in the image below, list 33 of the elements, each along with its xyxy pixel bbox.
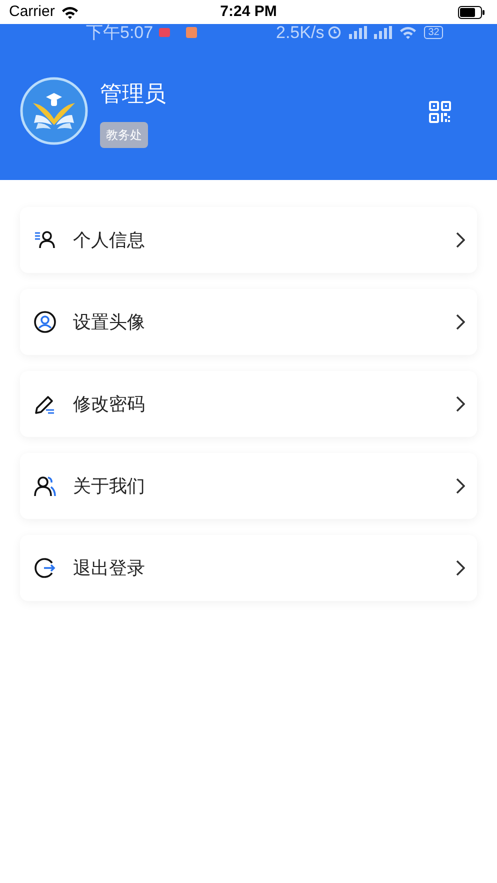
qr-code-icon[interactable] [428,100,452,124]
users-icon [33,474,57,498]
chevron-right-icon [455,560,465,576]
battery-icon [458,6,485,18]
logout-icon [33,556,57,580]
menu-label: 退出登录 [73,556,145,580]
menu-label: 个人信息 [73,228,145,252]
alarm-icon [328,26,342,40]
user-name: 管理员 [100,80,166,108]
notification-icon [159,28,170,38]
wifi-icon [60,6,79,18]
menu-item[interactable]: 个人信息 [20,207,477,273]
notification-icon [186,27,198,38]
chevron-right-icon [455,314,465,330]
logo-icon [20,77,88,145]
chevron-right-icon [455,478,465,494]
user-circle-icon [33,310,57,334]
menu-label: 关于我们 [73,474,145,498]
carrier-text: Carrier [9,2,55,22]
menu-label: 设置头像 [73,310,145,334]
chevron-right-icon [455,232,465,248]
inner-clock-text: 下午5:07 [86,22,154,44]
menu-item[interactable]: 修改密码 [20,371,477,437]
network-speed-text: 2.5K/s [276,22,324,44]
battery-level-text: 32 [424,26,444,40]
chevron-right-icon [455,396,465,412]
wifi-icon [399,26,418,40]
clock-text: 7:24 PM [220,2,277,22]
department-badge: 教务处 [100,122,148,148]
menu-item[interactable]: 退出登录 [20,535,477,601]
menu-item[interactable]: 设置头像 [20,289,477,355]
menu-label: 修改密码 [73,392,145,416]
menu-item[interactable]: 关于我们 [20,453,477,519]
